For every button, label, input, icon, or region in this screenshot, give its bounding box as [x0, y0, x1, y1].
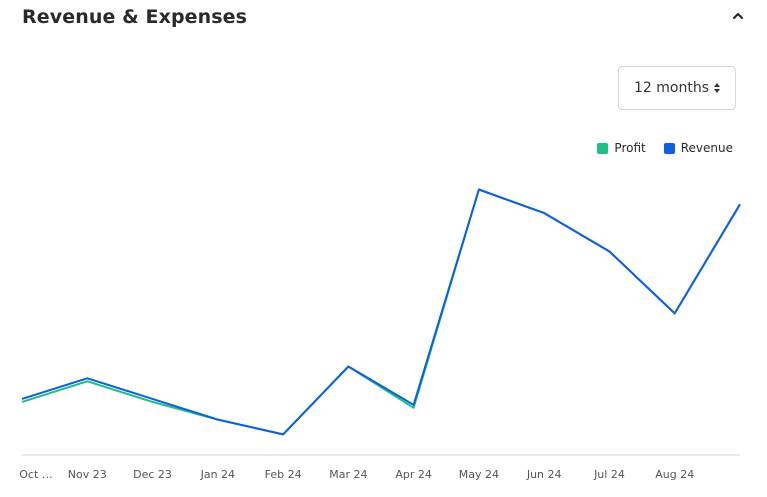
x-tick-label: Jan 24 — [200, 468, 235, 481]
data-point-revenue[interactable] — [149, 395, 157, 403]
x-tick-label: Nov 23 — [68, 468, 107, 481]
data-point-revenue[interactable] — [410, 401, 418, 409]
data-point-revenue[interactable] — [605, 247, 613, 255]
x-tick-label: Dec 23 — [133, 468, 172, 481]
data-point-revenue[interactable] — [671, 309, 679, 317]
data-point-revenue[interactable] — [18, 395, 26, 403]
x-tick-label: Aug 24 — [655, 468, 694, 481]
x-tick-label: Jul 24 — [593, 468, 625, 481]
line-chart: Oct … Nov 23 Dec 23 Jan 24 Feb 24 Mar 24 Apr 2… — [18, 186, 744, 481]
data-point-revenue[interactable] — [344, 363, 352, 371]
series-line-revenue — [21, 188, 741, 436]
series-line-profit — [21, 188, 741, 436]
data-point-revenue[interactable] — [279, 430, 287, 438]
data-point-revenue[interactable] — [736, 200, 744, 208]
x-tick-label: Apr 24 — [395, 468, 432, 481]
data-point-revenue[interactable] — [83, 374, 91, 382]
x-tick-label: Oct … — [19, 468, 53, 481]
x-tick-label: Feb 24 — [265, 468, 302, 481]
x-tick-label: May 24 — [459, 468, 499, 481]
data-point-revenue[interactable] — [214, 416, 222, 424]
data-point-revenue[interactable] — [540, 209, 548, 217]
data-point-revenue[interactable] — [475, 186, 483, 194]
revenue-expenses-card: Revenue & Expenses 12 months Profit Reve… — [0, 0, 767, 497]
x-tick-label: Mar 24 — [329, 468, 367, 481]
x-tick-label: Jun 24 — [526, 468, 562, 481]
